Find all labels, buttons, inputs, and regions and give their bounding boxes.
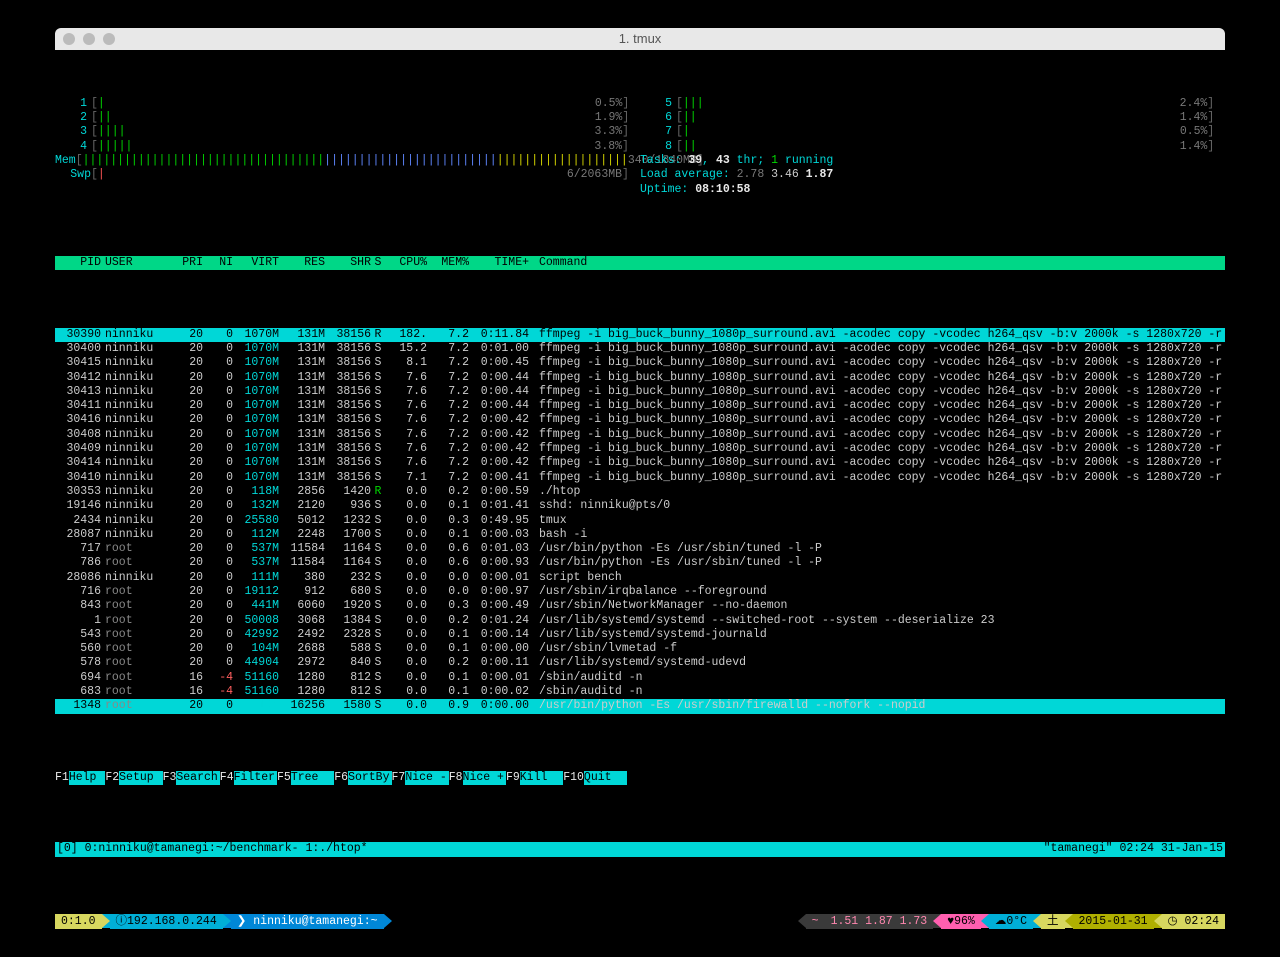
process-list[interactable]: 30390ninniku2001070M131M38156R182.7.20:1…	[55, 328, 1225, 714]
fkey-F7[interactable]: F7Nice -	[392, 771, 449, 785]
process-row[interactable]: 694root16-4511601280812S0.00.10:00.01/sb…	[55, 671, 1225, 685]
fkey-F6[interactable]: F6SortBy	[334, 771, 391, 785]
process-row[interactable]: 30414ninniku2001070M131M38156S7.67.20:00…	[55, 456, 1225, 470]
process-row[interactable]: 28086ninniku200111M380232S0.00.00:00.01s…	[55, 571, 1225, 585]
process-row[interactable]: 28087ninniku200112M22481700S0.00.10:00.0…	[55, 528, 1225, 542]
powerline-ip: ⓘ192.168.0.244	[110, 914, 223, 929]
fkey-F10[interactable]: F10Quit	[563, 771, 627, 785]
process-row[interactable]: 843root200441M60601920S0.00.30:00.49/usr…	[55, 599, 1225, 613]
col-pid[interactable]: PID	[55, 256, 105, 270]
swp-meter: Swp[|6/2063MB]	[55, 168, 640, 182]
powerline-day: 土	[1041, 914, 1065, 929]
process-row[interactable]: 30410ninniku2001070M131M38156S7.17.20:00…	[55, 471, 1225, 485]
process-row[interactable]: 683root16-4511601280812S0.00.10:00.02/sb…	[55, 685, 1225, 699]
fkey-F5[interactable]: F5Tree	[277, 771, 334, 785]
cpu-meter-5: 5[|||2.4%]	[640, 97, 1225, 111]
tasks-line: Tasks: 39, 43 thr; 1 running	[640, 154, 1225, 168]
col-res[interactable]: RES	[279, 256, 325, 270]
window-title: 1. tmux	[55, 32, 1225, 46]
powerline-date: 2015-01-31	[1073, 914, 1154, 929]
powerline-session: 0:1.0	[55, 914, 102, 929]
powerline-user: ❯ ninniku@tamanegi:~	[231, 914, 384, 929]
process-row[interactable]: 543root2004299224922328S0.00.10:00.14/us…	[55, 628, 1225, 642]
col-cmd[interactable]: Command	[535, 256, 1225, 270]
process-row[interactable]: 578root200449042972840S0.00.20:00.11/usr…	[55, 656, 1225, 670]
process-row[interactable]: 30415ninniku2001070M131M38156S8.17.20:00…	[55, 356, 1225, 370]
powerline-pct: ♥96%	[941, 914, 981, 929]
fkey-F1[interactable]: F1Help	[55, 771, 105, 785]
col-virt[interactable]: VIRT	[233, 256, 279, 270]
powerline-load: 1.51 1.87 1.73	[825, 914, 934, 929]
process-row[interactable]: 786root200537M115841164S0.00.60:00.93/us…	[55, 556, 1225, 570]
process-row[interactable]: 30411ninniku2001070M131M38156S7.67.20:00…	[55, 399, 1225, 413]
process-row[interactable]: 2434ninniku2002558050121232S0.00.30:49.9…	[55, 514, 1225, 528]
process-header[interactable]: PID USER PRI NI VIRT RES SHR S CPU% MEM%…	[55, 256, 1225, 270]
powerline-time: ◷ 02:24	[1162, 914, 1225, 929]
loadavg-line: Load average: 2.78 3.46 1.87	[640, 168, 1225, 182]
cpu-meter-7: 7[|0.5%]	[640, 125, 1225, 139]
process-row[interactable]: 30353ninniku200118M28561420R0.00.20:00.5…	[55, 485, 1225, 499]
col-time[interactable]: TIME+	[469, 256, 535, 270]
tmux-status-right: "tamanegi" 02:24 31-Jan-15	[1044, 842, 1223, 856]
process-row[interactable]: 30412ninniku2001070M131M38156S7.67.20:00…	[55, 371, 1225, 385]
col-ni[interactable]: NI	[203, 256, 233, 270]
cpu-meter-6: 6[||1.4%]	[640, 111, 1225, 125]
fkey-F8[interactable]: F8Nice +	[449, 771, 506, 785]
col-s[interactable]: S	[371, 256, 385, 270]
tmux-status-left: [0] 0:ninniku@tamanegi:~/benchmark- 1:./…	[57, 842, 368, 856]
terminal-window: 1. tmux 1[|0.5%]2[||1.9%]3[||||3.3%]4[||…	[55, 28, 1225, 957]
cpu-meter-3: 3[||||3.3%]	[55, 125, 640, 139]
col-user[interactable]: USER	[105, 256, 169, 270]
fkey-bar: F1Help F2Setup F3SearchF4FilterF5Tree F6…	[55, 771, 1225, 785]
tmux-status: [0] 0:ninniku@tamanegi:~/benchmark- 1:./…	[55, 842, 1225, 856]
col-shr[interactable]: SHR	[325, 256, 371, 270]
mem-meter: Mem[||||||||||||||||||||||||||||||||||||…	[55, 154, 640, 168]
fkey-F3[interactable]: F3Search	[163, 771, 220, 785]
process-row[interactable]: 30400ninniku2001070M131M38156S15.27.20:0…	[55, 342, 1225, 356]
process-row[interactable]: 30416ninniku2001070M131M38156S7.67.20:00…	[55, 413, 1225, 427]
fkey-F4[interactable]: F4Filter	[220, 771, 277, 785]
terminal-content[interactable]: 1[|0.5%]2[||1.9%]3[||||3.3%]4[|||||3.8%]…	[55, 50, 1225, 957]
heart-icon: ~	[806, 914, 825, 929]
cpu-meter-2: 2[||1.9%]	[55, 111, 640, 125]
powerline-temp: ☁0°C	[989, 914, 1033, 929]
powerline: 0:1.0 ⓘ192.168.0.244 ❯ ninniku@tamanegi:…	[55, 914, 1225, 929]
cpu-meter-8: 8[||1.4%]	[640, 140, 1225, 154]
col-mem[interactable]: MEM%	[427, 256, 469, 270]
fkey-F2[interactable]: F2Setup	[105, 771, 162, 785]
process-row[interactable]: 1root2005000830681384S0.00.20:01.24/usr/…	[55, 614, 1225, 628]
process-row[interactable]: 19146ninniku200132M2120936S0.00.10:01.41…	[55, 499, 1225, 513]
process-row[interactable]: 30408ninniku2001070M131M38156S7.67.20:00…	[55, 428, 1225, 442]
process-row[interactable]: 30390ninniku2001070M131M38156R182.7.20:1…	[55, 328, 1225, 342]
cpu-meter-1: 1[|0.5%]	[55, 97, 640, 111]
process-row[interactable]: 716root20019112912680S0.00.00:00.97/usr/…	[55, 585, 1225, 599]
cpu-meter-4: 4[|||||3.8%]	[55, 140, 640, 154]
process-row[interactable]: 30413ninniku2001070M131M38156S7.67.20:00…	[55, 385, 1225, 399]
process-row[interactable]: 30409ninniku2001070M131M38156S7.67.20:00…	[55, 442, 1225, 456]
uptime-line: Uptime: 08:10:58	[640, 183, 1225, 197]
process-row[interactable]: 560root200104M2688588S0.00.10:00.00/usr/…	[55, 642, 1225, 656]
fkey-F9[interactable]: F9Kill	[506, 771, 563, 785]
titlebar[interactable]: 1. tmux	[55, 28, 1225, 50]
process-row[interactable]: 717root200537M115841164S0.00.60:01.03/us…	[55, 542, 1225, 556]
col-cpu[interactable]: CPU%	[385, 256, 427, 270]
col-pri[interactable]: PRI	[169, 256, 203, 270]
